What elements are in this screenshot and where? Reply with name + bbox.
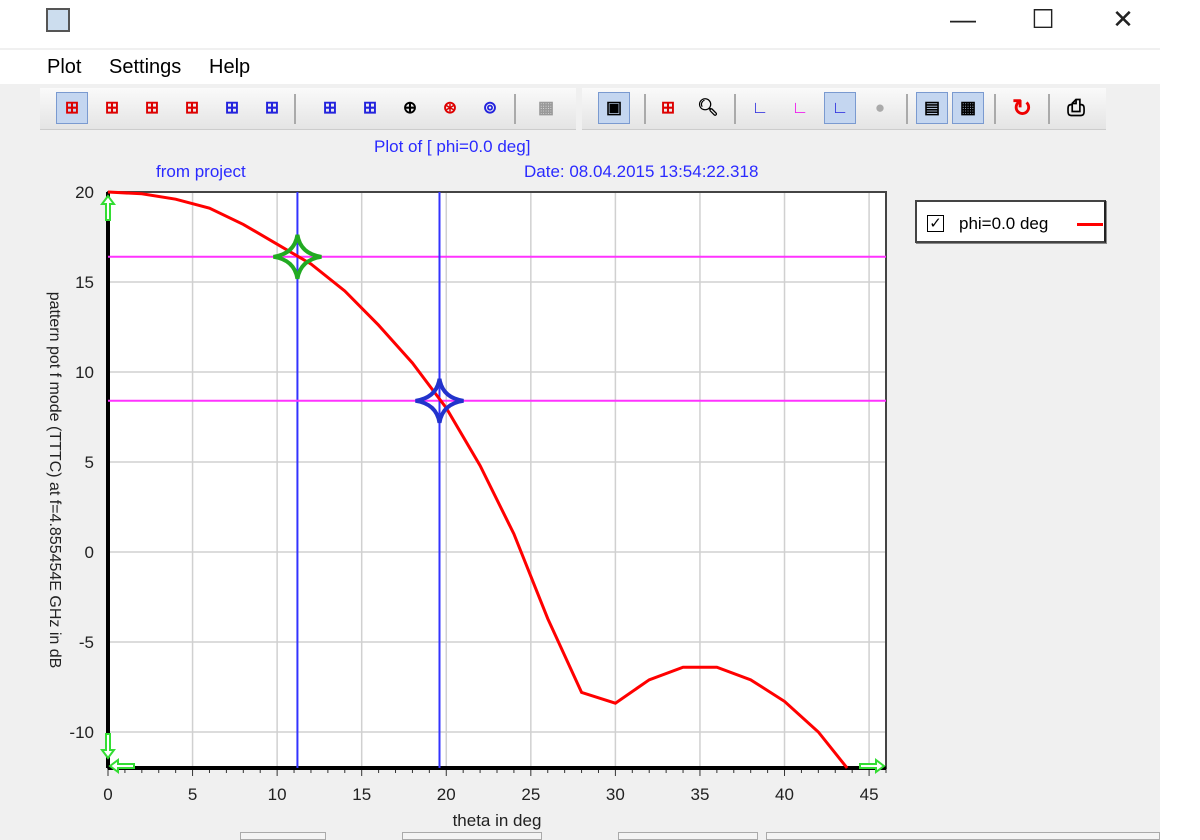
close-button[interactable]: ✕ xyxy=(1100,4,1146,34)
minimize-button[interactable]: — xyxy=(940,4,986,34)
cross-cursor-icon[interactable]: ∟ xyxy=(824,92,856,124)
plot-real-icon[interactable]: ⊞ xyxy=(216,92,248,124)
polar-3d-icon[interactable]: ⊚ xyxy=(474,92,506,124)
print-icon[interactable]: ⎙ xyxy=(1060,92,1092,124)
x-tick-label: 40 xyxy=(775,785,794,804)
disabled-grid-icon: ▦ xyxy=(537,98,555,117)
plot-phase-icon[interactable]: ⊞ xyxy=(136,92,168,124)
legend-checkbox[interactable]: ✓ xyxy=(927,215,944,232)
x-tick-label: 30 xyxy=(606,785,625,804)
x-tick-label: 25 xyxy=(521,785,540,804)
vertical-cursor-icon[interactable]: ∟ xyxy=(744,92,776,124)
zoom-icon[interactable]: 🔍︎ xyxy=(692,92,724,124)
plot-title: Plot of [ phi=0.0 deg] xyxy=(374,137,531,156)
plot-imag-icon[interactable]: ⊞ xyxy=(256,92,288,124)
plot-window-icon[interactable]: ▣ xyxy=(598,92,630,124)
plot-db-icon[interactable]: ⊞ xyxy=(96,92,128,124)
horizontal-cursor-icon[interactable]: ∟ xyxy=(784,92,816,124)
grid-toggle-icon[interactable]: ▦ xyxy=(952,92,984,124)
refresh-icon[interactable]: ↻ xyxy=(1006,92,1038,124)
x-tick-label: 15 xyxy=(352,785,371,804)
status-pane xyxy=(618,832,758,840)
plot-date: Date: 08.04.2015 13:54:22.318 xyxy=(524,162,759,181)
x-tick-label: 5 xyxy=(188,785,197,804)
legend: ✓ phi=0.0 deg xyxy=(915,200,1106,243)
x-tick-label: 35 xyxy=(690,785,709,804)
menu-plot[interactable]: Plot xyxy=(47,56,81,79)
plot-type-toolbar: ⊞ ⊞ ⊞ ⊞ ⊞ ⊞ ⊞ ⊞ ⊕ ⊛ ⊚ ▦ xyxy=(40,88,576,130)
plot-area xyxy=(108,192,886,768)
y-tick-label: 10 xyxy=(75,363,94,382)
maximize-button[interactable]: ☐ xyxy=(1020,4,1066,34)
x-tick-label: 10 xyxy=(268,785,287,804)
x-tick-label: 20 xyxy=(437,785,456,804)
y-tick-label: 0 xyxy=(85,543,94,562)
polar-plot-icon[interactable]: ⊕ xyxy=(394,92,426,124)
status-pane xyxy=(402,832,542,840)
x-tick-label: 45 xyxy=(860,785,879,804)
menu-settings[interactable]: Settings xyxy=(109,56,181,79)
y-tick-label: -5 xyxy=(79,633,94,652)
marker-icon[interactable]: ⊞ xyxy=(652,92,684,124)
y-tick-label: 15 xyxy=(75,273,94,292)
title-bar: — ☐ ✕ xyxy=(0,0,1160,48)
status-pane xyxy=(240,832,326,840)
x-axis-label: theta in deg xyxy=(453,811,542,830)
legend-line xyxy=(1077,223,1103,226)
deg-icon[interactable]: ⊞ xyxy=(314,92,346,124)
disabled-polar-icon: ● xyxy=(874,98,886,117)
view-toolbar: ▣ ⊞ 🔍︎ ∟ ∟ ∟ ● ▤ ▦ ↻ ⎙ xyxy=(582,88,1106,130)
y-tick-label: 20 xyxy=(75,183,94,202)
app-icon xyxy=(46,8,70,32)
polar-db-icon[interactable]: ⊛ xyxy=(434,92,466,124)
y-axis-label: pattern pot f mode (TTTC) at f=4.855454E… xyxy=(46,292,63,669)
y-tick-label: -10 xyxy=(69,723,94,742)
y-tick-label: 5 xyxy=(85,453,94,472)
menu-help[interactable]: Help xyxy=(209,56,250,79)
app-window: — ☐ ✕ Plot Settings Help ⊞ ⊞ ⊞ ⊞ ⊞ ⊞ ⊞ ⊞… xyxy=(0,0,1160,840)
legend-toggle-icon[interactable]: ▤ xyxy=(916,92,948,124)
plot-magnitude-icon[interactable]: ⊞ xyxy=(56,92,88,124)
status-pane xyxy=(766,832,1160,840)
x-tick-label: 0 xyxy=(103,785,112,804)
project-source: from project xyxy=(156,162,246,181)
menu-bar: Plot Settings Help xyxy=(0,50,1160,84)
legend-label: phi=0.0 deg xyxy=(959,214,1049,233)
plot-linear-icon[interactable]: ⊞ xyxy=(176,92,208,124)
rad-icon[interactable]: ⊞ xyxy=(354,92,386,124)
chart[interactable]: 0 5 10 15 20 25 30 35 40 45 20 15 10 5 0 -5 -10 theta in … xyxy=(0,180,900,830)
